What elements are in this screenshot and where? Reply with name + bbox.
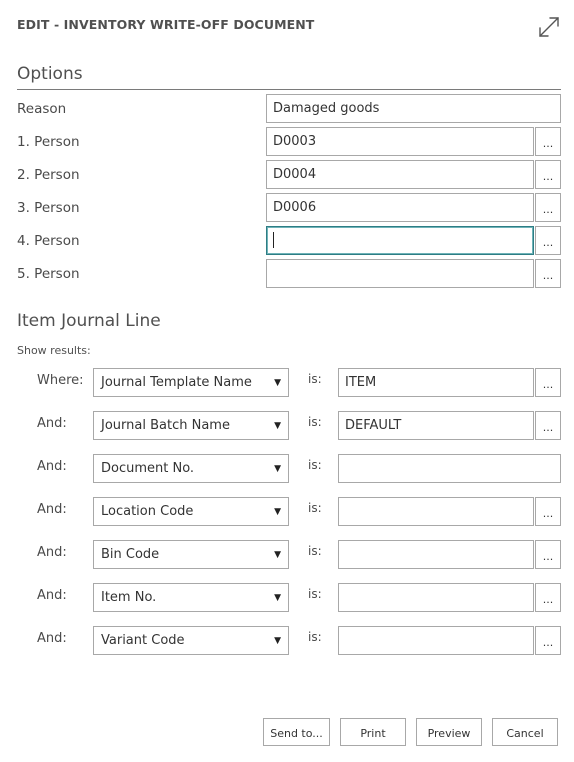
person-5-label: 5. Person (17, 266, 80, 282)
person-3-lookup-button[interactable]: ... (535, 193, 561, 222)
dialog-title: EDIT - INVENTORY WRITE-OFF DOCUMENT (17, 17, 315, 32)
is-label: is: (308, 501, 322, 515)
filter-prefix: And: (37, 459, 67, 474)
triangle-down-icon: ▼ (274, 636, 281, 646)
person-2-field[interactable]: D0004 (266, 160, 534, 189)
person-1-field[interactable]: D0003 (266, 127, 534, 156)
filter-field-text: Location Code (101, 504, 194, 519)
filter-lookup-button[interactable]: ... (535, 497, 561, 526)
reason-label: Reason (17, 101, 67, 117)
is-label: is: (308, 587, 322, 601)
filter-value-field[interactable] (338, 583, 534, 612)
is-label: is: (308, 544, 322, 558)
person-4-lookup-button[interactable]: ... (535, 226, 561, 255)
reason-field[interactable]: Damaged goods (266, 94, 561, 123)
filter-value-field[interactable] (338, 540, 534, 569)
filter-lookup-button[interactable]: ... (535, 626, 561, 655)
person-1-lookup-button[interactable]: ... (535, 127, 561, 156)
filter-field-select[interactable]: Variant Code ▼ (93, 626, 289, 655)
expand-icon[interactable] (536, 14, 562, 40)
triangle-down-icon: ▼ (274, 593, 281, 603)
cancel-button[interactable]: Cancel (492, 718, 558, 746)
filter-prefix: Where: (37, 373, 84, 388)
filter-field-text: Bin Code (101, 547, 160, 562)
filter-value-field[interactable] (338, 626, 534, 655)
filter-field-select[interactable]: Item No. ▼ (93, 583, 289, 612)
print-button[interactable]: Print (340, 718, 406, 746)
person-2-label: 2. Person (17, 167, 80, 183)
options-section-title: Options (17, 64, 83, 84)
person-2-lookup-button[interactable]: ... (535, 160, 561, 189)
filter-field-select[interactable]: Location Code ▼ (93, 497, 289, 526)
filter-lookup-button[interactable]: ... (535, 540, 561, 569)
filter-field-select[interactable]: Bin Code ▼ (93, 540, 289, 569)
person-3-label: 3. Person (17, 200, 80, 216)
filter-field-select[interactable]: Journal Batch Name ▼ (93, 411, 289, 440)
filter-prefix: And: (37, 545, 67, 560)
filter-lookup-button[interactable]: ... (535, 583, 561, 612)
person-4-label: 4. Person (17, 233, 80, 249)
filter-field-text: Item No. (101, 590, 157, 605)
person-5-lookup-button[interactable]: ... (535, 259, 561, 288)
show-results-label: Show results: (17, 344, 91, 357)
triangle-down-icon: ▼ (274, 507, 281, 517)
filter-field-text: Journal Template Name (101, 375, 252, 390)
triangle-down-icon: ▼ (274, 421, 281, 431)
triangle-down-icon: ▼ (274, 550, 281, 560)
is-label: is: (308, 458, 322, 472)
filter-lookup-button[interactable]: ... (535, 368, 561, 397)
options-divider (17, 89, 561, 90)
filter-value-field[interactable] (338, 454, 561, 483)
triangle-down-icon: ▼ (274, 464, 281, 474)
filter-field-text: Journal Batch Name (101, 418, 230, 433)
is-label: is: (308, 372, 322, 386)
person-4-field[interactable] (266, 226, 534, 255)
send-to-button[interactable]: Send to... (263, 718, 330, 746)
filter-field-text: Document No. (101, 461, 195, 476)
filter-field-text: Variant Code (101, 633, 185, 648)
filter-value-field[interactable] (338, 497, 534, 526)
person-1-label: 1. Person (17, 134, 80, 150)
filter-prefix: And: (37, 588, 67, 603)
text-caret (273, 231, 274, 248)
filter-value-field[interactable]: ITEM (338, 368, 534, 397)
filter-field-select[interactable]: Document No. ▼ (93, 454, 289, 483)
triangle-down-icon: ▼ (274, 378, 281, 388)
is-label: is: (308, 630, 322, 644)
filter-field-select[interactable]: Journal Template Name ▼ (93, 368, 289, 397)
filter-prefix: And: (37, 502, 67, 517)
filter-value-field[interactable]: DEFAULT (338, 411, 534, 440)
filter-prefix: And: (37, 416, 67, 431)
item-journal-section-title: Item Journal Line (17, 311, 161, 331)
preview-button[interactable]: Preview (416, 718, 482, 746)
filter-lookup-button[interactable]: ... (535, 411, 561, 440)
person-3-field[interactable]: D0006 (266, 193, 534, 222)
filter-prefix: And: (37, 631, 67, 646)
person-5-field[interactable] (266, 259, 534, 288)
expand-arrows-icon (539, 17, 559, 37)
is-label: is: (308, 415, 322, 429)
